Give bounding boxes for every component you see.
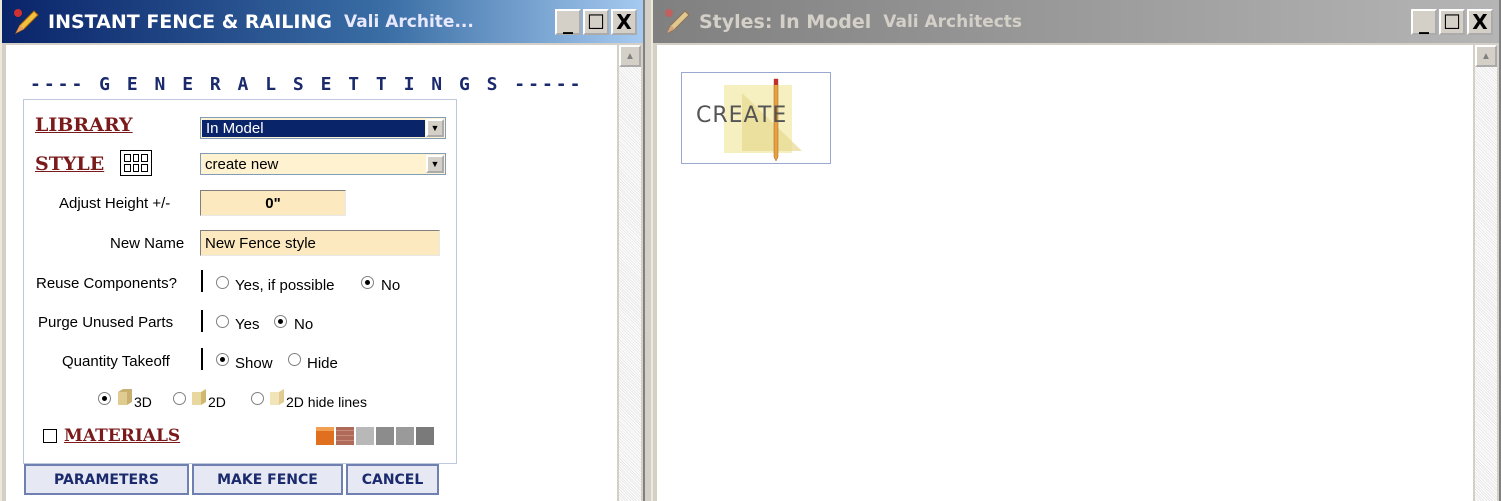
new-name-input[interactable]: New Fence style <box>200 230 440 256</box>
material-swatch-light-gray[interactable] <box>356 427 374 445</box>
materials-checkbox[interactable] <box>43 429 57 443</box>
view-2d-hide-radio[interactable] <box>251 392 264 405</box>
cube-3d-icon <box>118 389 132 405</box>
reuse-yes-radio[interactable] <box>216 276 229 289</box>
chevron-down-icon[interactable]: ▼ <box>426 119 444 137</box>
minimize-button[interactable]: _ <box>555 9 581 35</box>
title-bar[interactable]: INSTANT FENCE & RAILING Vali Archite... … <box>2 0 643 43</box>
maximize-button[interactable]: ☐ <box>1439 9 1465 35</box>
style-select[interactable]: create new ▼ <box>200 153 446 175</box>
window-subtitle: Vali Architects <box>883 11 1023 32</box>
view-2d-hide-label: 2D hide lines <box>286 394 367 410</box>
cancel-button[interactable]: CANCEL <box>346 464 439 495</box>
library-select-value: In Model <box>202 119 425 137</box>
close-button[interactable]: X <box>1467 9 1493 35</box>
takeoff-show-radio[interactable] <box>216 353 229 366</box>
material-swatch-slate[interactable] <box>416 427 434 445</box>
style-label[interactable]: STYLE <box>35 153 104 175</box>
window-controls: _ ☐ X <box>555 9 637 35</box>
takeoff-hide-label: Hide <box>307 355 338 372</box>
reuse-components-label: Reuse Components? <box>36 275 177 292</box>
adjust-height-label: Adjust Height +/- <box>59 195 171 212</box>
window-title: Styles: In Model <box>699 10 872 33</box>
library-label[interactable]: LIBRARY <box>35 114 133 136</box>
create-thumbnail-label: CREATE <box>696 103 788 128</box>
material-swatch-dark-gray[interactable] <box>376 427 394 445</box>
close-button[interactable]: X <box>611 9 637 35</box>
create-style-thumbnail[interactable]: CREATE <box>681 72 831 164</box>
bracket <box>201 310 206 332</box>
minimize-button[interactable]: _ <box>1411 9 1437 35</box>
reuse-yes-label: Yes, if possible <box>235 277 335 294</box>
view-3d-label: 3D <box>134 394 152 410</box>
bracket <box>201 270 206 292</box>
styles-window: Styles: In Model Vali Architects _ ☐ X C… <box>651 0 1501 501</box>
window-controls: _ ☐ X <box>1411 9 1493 35</box>
materials-label[interactable]: MATERIALS <box>64 426 180 446</box>
view-3d-radio[interactable] <box>98 392 111 405</box>
pencil-app-icon <box>663 7 693 37</box>
style-select-value: create new <box>205 155 279 173</box>
purge-no-radio[interactable] <box>274 315 287 328</box>
reuse-no-label: No <box>381 277 401 294</box>
reuse-no-radio[interactable] <box>361 276 374 289</box>
view-2d-label: 2D <box>208 394 226 410</box>
general-settings-heading: ---- G E N E R A L S E T T I N G S ----- <box>30 74 584 95</box>
purge-unused-label: Purge Unused Parts <box>38 314 174 331</box>
purge-yes-label: Yes <box>235 316 260 333</box>
takeoff-show-label: Show <box>235 355 273 372</box>
vertical-scrollbar[interactable]: ▲ <box>1475 45 1497 501</box>
window-subtitle: Vali Archite... <box>343 11 474 32</box>
cube-2d-icon <box>192 389 206 405</box>
view-2d-radio[interactable] <box>173 392 186 405</box>
material-swatch-brick[interactable] <box>336 427 354 445</box>
new-name-label: New Name <box>110 235 185 252</box>
scroll-up-arrow-icon[interactable]: ▲ <box>1475 45 1497 67</box>
quantity-takeoff-label: Quantity Takeoff <box>62 353 170 370</box>
purge-no-label: No <box>294 316 314 333</box>
title-bar[interactable]: Styles: In Model Vali Architects _ ☐ X <box>653 0 1499 43</box>
maximize-button[interactable]: ☐ <box>583 9 609 35</box>
library-select[interactable]: In Model ▼ <box>200 117 446 139</box>
material-swatch-stone[interactable] <box>396 427 414 445</box>
style-grid-icon[interactable] <box>120 150 152 176</box>
purge-yes-radio[interactable] <box>216 315 229 328</box>
parameters-button[interactable]: PARAMETERS <box>24 464 189 495</box>
instant-fence-window: INSTANT FENCE & RAILING Vali Archite... … <box>0 0 645 501</box>
styles-client-area: CREATE <box>657 45 1473 501</box>
vertical-scrollbar[interactable]: ▲ <box>619 45 641 501</box>
adjust-height-input[interactable]: 0" <box>200 190 346 216</box>
material-swatch-orange[interactable] <box>316 427 334 445</box>
chevron-down-icon[interactable]: ▼ <box>426 155 444 173</box>
pencil-app-icon <box>12 7 42 37</box>
cube-2d-hide-icon <box>270 389 284 405</box>
scroll-up-arrow-icon[interactable]: ▲ <box>619 45 641 67</box>
window-title: INSTANT FENCE & RAILING <box>48 10 332 33</box>
bracket <box>201 348 206 370</box>
make-fence-button[interactable]: MAKE FENCE <box>192 464 343 495</box>
takeoff-hide-radio[interactable] <box>288 353 301 366</box>
